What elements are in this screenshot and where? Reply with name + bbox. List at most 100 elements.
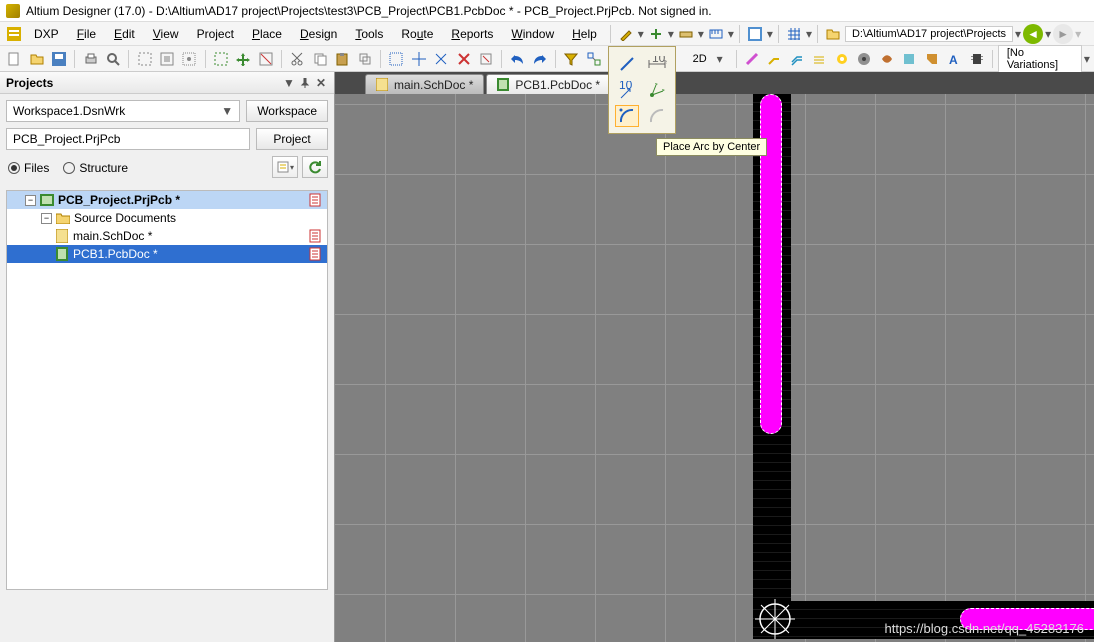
filter-build-icon[interactable]: [561, 48, 581, 70]
tree-project-root[interactable]: − PCB_Project.PrjPcb *: [7, 191, 327, 209]
select-inside-icon[interactable]: [211, 48, 231, 70]
track-icon[interactable]: [742, 48, 762, 70]
tree-label: PCB_Project.PrjPcb *: [58, 193, 180, 207]
tab-schdoc[interactable]: main.SchDoc *: [365, 74, 484, 94]
menu-tools[interactable]: Tools: [347, 25, 391, 43]
place-line-icon[interactable]: [615, 53, 639, 75]
zoom-fit-icon[interactable]: [157, 48, 177, 70]
menu-edit[interactable]: Edit: [106, 25, 143, 43]
pad-icon[interactable]: [854, 48, 874, 70]
string-icon[interactable]: A: [944, 48, 964, 70]
toolbar: Altium S 2D ▾ A [No Variations] ▾: [0, 46, 1094, 72]
panel-pin-icon[interactable]: [298, 76, 312, 90]
region-icon[interactable]: [922, 48, 942, 70]
paste-icon[interactable]: [332, 48, 352, 70]
interactive-route-icon[interactable]: [764, 48, 784, 70]
select-touch-icon[interactable]: [386, 48, 406, 70]
clear-icon[interactable]: [453, 48, 473, 70]
print-icon[interactable]: [80, 48, 100, 70]
place-dimension-icon[interactable]: 10,10: [645, 53, 669, 75]
menu-design[interactable]: Design: [292, 25, 345, 43]
place-origin-icon[interactable]: [645, 79, 669, 101]
collapse-icon[interactable]: −: [41, 213, 52, 224]
place-coord-icon[interactable]: 10: [615, 79, 639, 101]
menu-help[interactable]: Help: [564, 25, 605, 43]
via-icon[interactable]: [832, 48, 852, 70]
menu-file[interactable]: File: [69, 25, 104, 43]
view-mode-text[interactable]: 2D: [693, 53, 707, 65]
diff-pair-icon[interactable]: [787, 48, 807, 70]
zoom-selected-icon[interactable]: [179, 48, 199, 70]
project-combo[interactable]: PCB_Project.PrjPcb: [6, 128, 250, 150]
panel-settings-icon[interactable]: ▾: [272, 156, 298, 178]
menu-view[interactable]: View: [145, 25, 187, 43]
component-icon[interactable]: [966, 48, 986, 70]
panel-icon[interactable]: [745, 24, 765, 44]
panel-close-icon[interactable]: ✕: [314, 76, 328, 90]
drag-icon[interactable]: [408, 48, 428, 70]
undo-icon[interactable]: [507, 48, 527, 70]
menu-window[interactable]: Window: [503, 25, 562, 43]
modified-doc-icon: [309, 193, 323, 207]
svg-text:A: A: [949, 53, 958, 66]
plus-dropdown-icon[interactable]: [646, 24, 666, 44]
move-icon[interactable]: [233, 48, 253, 70]
scale-dropdown-icon[interactable]: [706, 24, 726, 44]
pencil-dropdown-icon[interactable]: [616, 24, 636, 44]
dxp-icon[interactable]: [4, 24, 24, 44]
workspace-button[interactable]: Workspace: [246, 100, 328, 122]
duplicate-icon[interactable]: [354, 48, 374, 70]
new-icon[interactable]: [4, 48, 24, 70]
folder-icon[interactable]: [823, 24, 843, 44]
collapse-icon[interactable]: −: [25, 195, 36, 206]
menu-route[interactable]: Route: [393, 25, 441, 43]
path-crumb[interactable]: D:\Altium\AD17 project\Projects: [845, 26, 1013, 42]
radio-files[interactable]: Files: [8, 161, 49, 175]
project-tree[interactable]: − PCB_Project.PrjPcb * − Source Document…: [6, 190, 328, 590]
menu-reports[interactable]: Reports: [443, 25, 501, 43]
project-name: PCB_Project.PrjPcb: [13, 132, 120, 146]
variations-combo[interactable]: [No Variations]: [998, 45, 1082, 73]
menu-dxp[interactable]: DXP: [26, 25, 67, 43]
workspace-combo[interactable]: Workspace1.DsnWrk ▼: [6, 100, 240, 122]
modified-doc-icon: [309, 229, 323, 243]
tree-file-pcbdoc[interactable]: PCB1.PcbDoc *: [7, 245, 327, 263]
tree-folder[interactable]: − Source Documents: [7, 209, 327, 227]
fill-icon[interactable]: [877, 48, 897, 70]
tree-file-schdoc[interactable]: main.SchDoc *: [7, 227, 327, 245]
tab-pcbdoc[interactable]: PCB1.PcbDoc *: [486, 74, 611, 94]
origin-crosshair-icon: [755, 599, 795, 639]
panel-title: Projects: [6, 76, 53, 90]
radio-structure[interactable]: Structure: [63, 161, 128, 175]
menu-project[interactable]: Project: [189, 25, 242, 43]
redo-icon[interactable]: [530, 48, 550, 70]
cross-probe-icon[interactable]: [584, 48, 604, 70]
nav-forward-icon: ►: [1053, 24, 1073, 44]
tooltip: Place Arc by Center: [656, 138, 767, 156]
clear-filter-icon[interactable]: [476, 48, 496, 70]
open-icon[interactable]: [26, 48, 46, 70]
polygon-icon[interactable]: [899, 48, 919, 70]
lasso-icon[interactable]: [431, 48, 451, 70]
grid-overlay: [335, 94, 1094, 642]
place-arc-center-icon[interactable]: [615, 105, 639, 127]
multi-route-icon[interactable]: [809, 48, 829, 70]
save-icon[interactable]: [49, 48, 69, 70]
grid-dropdown-icon[interactable]: [784, 24, 804, 44]
ruler-dropdown-icon[interactable]: [676, 24, 696, 44]
panel-dropdown-icon[interactable]: ▼: [282, 76, 296, 90]
place-arc-edge-icon[interactable]: [645, 105, 669, 127]
zoom-region-icon[interactable]: [134, 48, 154, 70]
app-icon: [6, 4, 20, 18]
deselect-icon[interactable]: [256, 48, 276, 70]
panel-refresh-icon[interactable]: [302, 156, 328, 178]
preview-icon[interactable]: [103, 48, 123, 70]
project-button[interactable]: Project: [256, 128, 328, 150]
copy-icon[interactable]: [310, 48, 330, 70]
projects-panel: Projects ▼ ✕ Workspace1.DsnWrk ▼ Workspa…: [0, 72, 335, 642]
cut-icon[interactable]: [287, 48, 307, 70]
pcb-canvas[interactable]: https://blog.csdn.net/qq_45283176: [335, 94, 1094, 642]
menu-place[interactable]: Place: [244, 25, 290, 43]
nav-back-icon[interactable]: ◄: [1023, 24, 1043, 44]
place-utilities-popup: 10,10 10: [608, 46, 676, 134]
